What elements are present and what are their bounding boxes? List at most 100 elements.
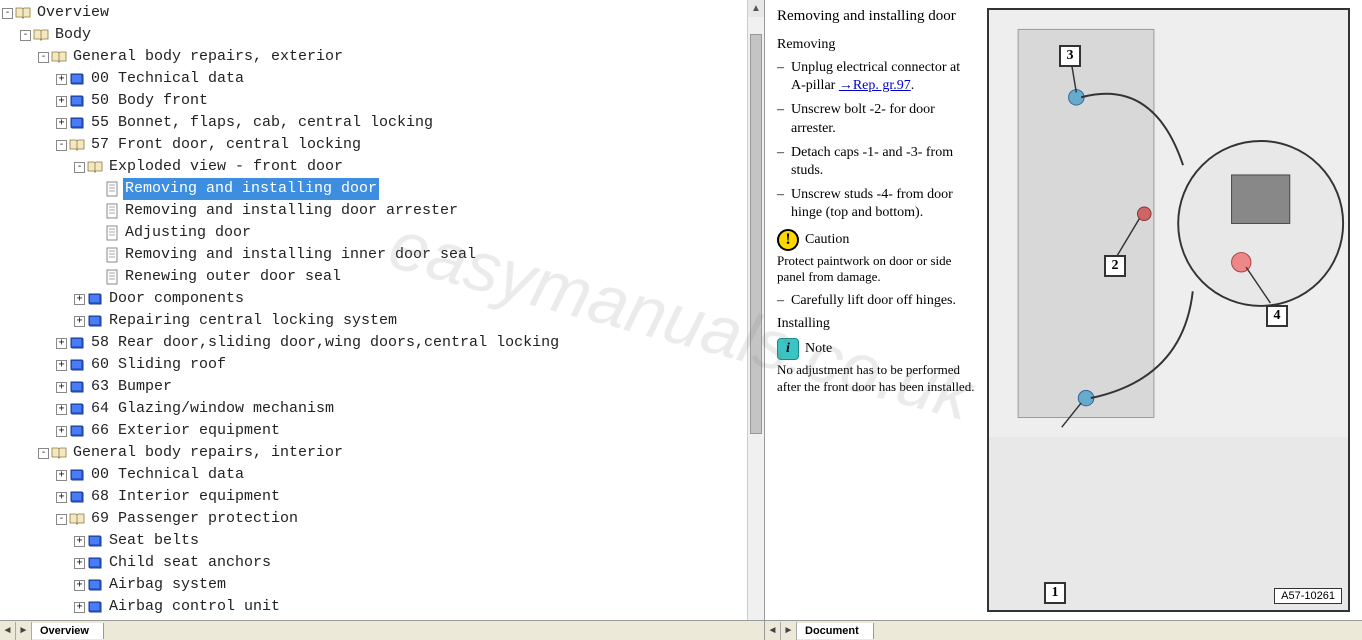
page-icon — [105, 269, 119, 285]
tree-item[interactable]: + 63 Bumper — [2, 376, 764, 398]
tree-item[interactable]: + 55 Bonnet, flaps, cab, central locking — [2, 112, 764, 134]
tree-label: 66 Exterior equipment — [89, 420, 282, 442]
tree-item[interactable]: + Airbag system — [2, 574, 764, 596]
expand-icon[interactable]: + — [56, 426, 67, 437]
collapse-icon[interactable]: - — [20, 30, 31, 41]
tree-item[interactable]: Renewing outer door seal — [2, 266, 764, 288]
tree-label: Removing and installing inner door seal — [123, 244, 478, 266]
tab-prev-icon[interactable]: ◄ — [0, 622, 16, 640]
doc-title: Removing and installing door — [777, 8, 977, 25]
scrollbar[interactable]: ▲ — [747, 0, 764, 620]
blue-book-icon — [69, 72, 85, 86]
blue-book-icon — [69, 358, 85, 372]
blue-book-icon — [87, 314, 103, 328]
tree-item[interactable]: Removing and installing inner door seal — [2, 244, 764, 266]
collapse-icon[interactable]: - — [74, 162, 85, 173]
scroll-up-icon[interactable]: ▲ — [748, 0, 764, 17]
tree-item[interactable]: + Child seat anchors — [2, 552, 764, 574]
expand-icon[interactable]: + — [56, 470, 67, 481]
blue-book-icon — [69, 402, 85, 416]
step-text: Detach caps -1- and -3- from studs. — [791, 144, 977, 180]
tree-label: 69 Passenger protection — [89, 508, 300, 530]
tree-item[interactable]: + 60 Sliding roof — [2, 354, 764, 376]
tree-item[interactable]: + 00 Technical data — [2, 68, 764, 90]
tab-prev-icon[interactable]: ◄ — [765, 622, 781, 640]
document-content: Removing and installing door Removing –U… — [765, 0, 1362, 620]
tree-item[interactable]: Adjusting door — [2, 222, 764, 244]
tree-item-overview[interactable]: - Overview — [2, 2, 764, 24]
tree-item[interactable]: + 66 Exterior equipment — [2, 420, 764, 442]
caution-icon: ! — [777, 229, 799, 251]
tree-item[interactable]: + 00 Technical data — [2, 464, 764, 486]
tree-item[interactable]: - 57 Front door, central locking — [2, 134, 764, 156]
tree-item[interactable]: + 58 Rear door,sliding door,wing doors,c… — [2, 332, 764, 354]
collapse-icon[interactable]: - — [56, 514, 67, 525]
tree-label: Overview — [35, 2, 111, 24]
expand-icon[interactable]: + — [74, 536, 85, 547]
expand-icon[interactable]: + — [74, 580, 85, 591]
expand-icon[interactable]: + — [56, 118, 67, 129]
tree-label: 00 Technical data — [89, 68, 246, 90]
rep-link[interactable]: →Rep. gr.97 — [839, 78, 911, 93]
tree-item[interactable]: - Exploded view - front door — [2, 156, 764, 178]
tree-label: 00 Technical data — [89, 464, 246, 486]
expand-icon[interactable]: + — [56, 404, 67, 415]
tree-view[interactable]: - Overview - Body - General body repairs… — [0, 0, 764, 620]
blue-book-icon — [69, 490, 85, 504]
tree-item-selected[interactable]: Removing and installing door — [2, 178, 764, 200]
tab-bar: ◄ ► Document — [765, 620, 1362, 640]
expand-icon[interactable]: + — [56, 382, 67, 393]
tree-item[interactable]: + Door components — [2, 288, 764, 310]
expand-icon[interactable]: + — [74, 316, 85, 327]
collapse-icon[interactable]: - — [38, 448, 49, 459]
tree-item[interactable]: + 64 Glazing/window mechanism — [2, 398, 764, 420]
tree-label: 50 Body front — [89, 90, 210, 112]
tab-overview[interactable]: Overview — [32, 623, 104, 639]
expand-icon[interactable]: + — [56, 338, 67, 349]
tree-label: Body — [53, 24, 93, 46]
tab-next-icon[interactable]: ► — [781, 622, 797, 640]
tree-item[interactable]: + Airbag control unit — [2, 596, 764, 618]
collapse-icon[interactable]: - — [56, 140, 67, 151]
caution-label: Caution — [805, 232, 849, 248]
tree-label: Removing and installing door arrester — [123, 200, 460, 222]
blue-book-icon — [69, 424, 85, 438]
section-removing: Removing — [777, 37, 977, 53]
expand-icon[interactable]: + — [56, 74, 67, 85]
tree-item-body[interactable]: - Body — [2, 24, 764, 46]
tab-next-icon[interactable]: ► — [16, 622, 32, 640]
navigation-pane: - Overview - Body - General body repairs… — [0, 0, 765, 640]
blue-book-icon — [87, 556, 103, 570]
expand-icon[interactable]: + — [74, 602, 85, 613]
tree-item[interactable]: + Repairing central locking system — [2, 310, 764, 332]
scroll-thumb[interactable] — [750, 34, 762, 434]
tree-item[interactable]: - 69 Passenger protection — [2, 508, 764, 530]
tree-item[interactable]: - General body repairs, exterior — [2, 46, 764, 68]
page-icon — [105, 247, 119, 263]
collapse-icon[interactable]: - — [38, 52, 49, 63]
tab-document[interactable]: Document — [797, 623, 874, 639]
tree-item[interactable]: - General body repairs, interior — [2, 442, 764, 464]
page-icon — [105, 203, 119, 219]
blue-book-icon — [69, 94, 85, 108]
tree-label: Exploded view - front door — [107, 156, 345, 178]
blue-book-icon — [87, 534, 103, 548]
expand-icon[interactable]: + — [56, 492, 67, 503]
expand-icon[interactable]: + — [56, 360, 67, 371]
blue-book-icon — [87, 578, 103, 592]
collapse-icon[interactable]: - — [2, 8, 13, 19]
tree-item[interactable]: + Seat belts — [2, 530, 764, 552]
callout-2: 2 — [1104, 255, 1126, 277]
tree-label: 63 Bumper — [89, 376, 174, 398]
expand-icon[interactable]: + — [56, 96, 67, 107]
tree-label: 57 Front door, central locking — [89, 134, 363, 156]
expand-icon[interactable]: + — [74, 558, 85, 569]
tree-item[interactable]: + 68 Interior equipment — [2, 486, 764, 508]
technical-diagram: 3 2 1 4 A57-10261 — [987, 8, 1350, 612]
expand-icon[interactable]: + — [74, 294, 85, 305]
tree-item[interactable]: Removing and installing door arrester — [2, 200, 764, 222]
tree-item[interactable]: + 50 Body front — [2, 90, 764, 112]
tree-label: Renewing outer door seal — [123, 266, 343, 288]
blue-book-icon — [69, 116, 85, 130]
diagram-ref: A57-10261 — [1274, 588, 1342, 604]
